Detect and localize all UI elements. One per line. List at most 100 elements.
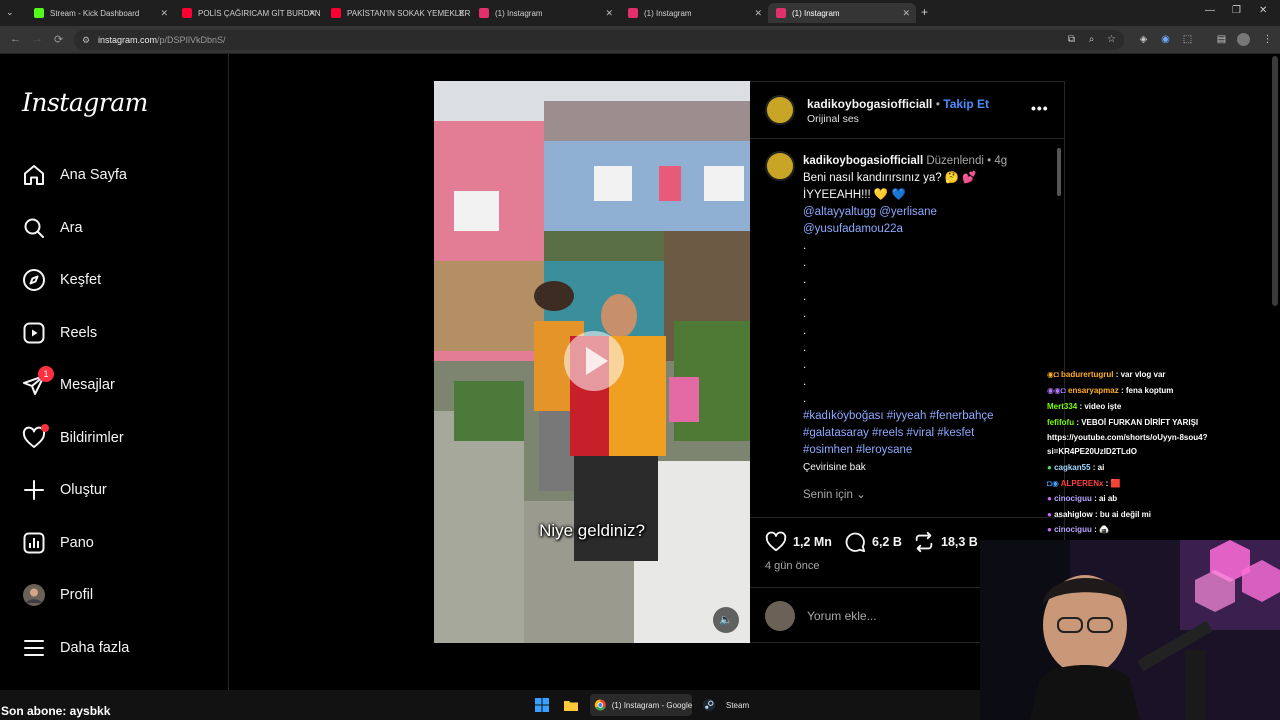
post-video[interactable]: Niye geldiniz? 🔈	[434, 81, 750, 643]
repost-button[interactable]: 18,3 B	[913, 531, 978, 553]
windows-icon	[535, 698, 549, 712]
tab-title: POLİS ÇAĞIRICAM GİT BURDAN	[198, 8, 321, 18]
chat-link[interactable]: https://youtube.com/shorts/oUyyn-8sou4?	[1047, 433, 1207, 442]
minimize-button[interactable]: —	[1205, 5, 1215, 16]
close-icon[interactable]: ✕	[308, 8, 316, 19]
close-icon[interactable]: ✕	[902, 8, 910, 19]
reload-button[interactable]: ⟳	[54, 33, 63, 46]
sidebar-item-create[interactable]: Oluştur	[22, 475, 107, 505]
start-button[interactable]	[534, 694, 550, 716]
for-you-dropdown[interactable]: Senin için ⌄	[803, 487, 866, 501]
sidebar-item-home[interactable]: Ana Sayfa	[22, 160, 127, 190]
tab-instagram-active[interactable]: (1) Instagram ✕	[768, 3, 916, 23]
author-avatar[interactable]	[765, 95, 795, 125]
back-button[interactable]: ←	[10, 33, 21, 45]
chat-message: ◘◉ ALPERENx : 🟥	[1047, 479, 1121, 488]
url-path: /p/DSPIlVkDbnS/	[157, 35, 226, 45]
tab-instagram-1[interactable]: (1) Instagram ✕	[471, 3, 619, 23]
instagram-logo[interactable]: Instagram	[22, 88, 148, 117]
more-options-icon[interactable]: •••	[1031, 100, 1049, 116]
extension-icon[interactable]: ◈	[1138, 34, 1149, 45]
more-menu-icon[interactable]: ⋮	[1262, 34, 1273, 45]
video-frame	[434, 81, 750, 643]
taskbar-chrome[interactable]: (1) Instagram - Google C	[590, 694, 692, 716]
dashboard-icon	[22, 531, 46, 555]
sidebar-item-messages[interactable]: 1 Mesajlar	[22, 366, 115, 400]
tab-search-icon[interactable]: ⌄	[6, 7, 14, 18]
sidebar-item-profile[interactable]: Profil	[22, 580, 93, 610]
avatar	[22, 583, 46, 607]
sidebar-item-search[interactable]: Ara	[22, 213, 83, 243]
avatar	[765, 601, 795, 631]
mute-button[interactable]: 🔈	[713, 607, 739, 633]
sidebar-item-reels[interactable]: Reels	[22, 318, 97, 348]
caption-age: 4g	[994, 155, 1008, 167]
sidebar-item-explore[interactable]: Keşfet	[22, 265, 101, 295]
restore-button[interactable]: ❐	[1232, 5, 1241, 16]
sidebar-item-label: Reels	[60, 325, 98, 341]
follow-button[interactable]: Takip Et	[943, 97, 989, 111]
instagram-icon	[628, 8, 638, 18]
translate-link[interactable]: Çevirisine bak	[803, 459, 1048, 476]
close-icon[interactable]: ✕	[754, 8, 762, 19]
sidebar-item-dashboard[interactable]: Pano	[22, 528, 94, 558]
taskbar-steam[interactable]: Steam	[702, 694, 749, 716]
tab-youtube-2[interactable]: PAKİSTAN'IN SOKAK YEMEKLERİ ✕	[323, 3, 471, 23]
caption-hashtags[interactable]: #galatasaray #reels #viral #kesfet	[803, 425, 1048, 442]
chat-user: ALPERENx	[1060, 479, 1104, 488]
new-tab-button[interactable]: +	[921, 5, 928, 19]
author-username[interactable]: kadikoybogasiofficiall	[807, 97, 932, 111]
comment-input[interactable]: Yorum ekle...	[807, 609, 877, 623]
caption-avatar[interactable]	[765, 151, 795, 181]
audio-label[interactable]: Orijinal ses	[807, 113, 859, 125]
profile-avatar[interactable]	[1237, 33, 1250, 46]
menu-icon	[22, 636, 46, 660]
tab-title: Stream - Kick Dashboard	[50, 8, 140, 18]
close-window-button[interactable]: ✕	[1259, 5, 1267, 16]
sidebar-item-label: Ana Sayfa	[60, 167, 127, 183]
site-info-icon[interactable]: ⚙	[82, 30, 90, 50]
chat-user: Mert334	[1047, 402, 1078, 411]
caption-hashtags[interactable]: #osimhen #leroysane	[803, 442, 1048, 459]
forward-button[interactable]: →	[32, 33, 43, 45]
chat-user: cagkan55	[1054, 463, 1091, 472]
sidebar-item-more[interactable]: Daha fazla	[22, 633, 129, 663]
sidebar-item-notifications[interactable]: Bildirimler	[22, 423, 124, 453]
like-button[interactable]: 1,2 Mn	[765, 531, 832, 553]
youtube-icon	[331, 8, 341, 18]
close-icon[interactable]: ✕	[457, 8, 465, 19]
tab-title: (1) Instagram	[495, 8, 543, 18]
close-icon[interactable]: ✕	[160, 8, 168, 19]
chat-user: cinociguu	[1054, 525, 1092, 534]
caption-line: İYYEEAHH!!! 💛 💙	[803, 189, 906, 201]
taskbar-explorer[interactable]	[563, 694, 579, 716]
tab-title: PAKİSTAN'IN SOKAK YEMEKLERİ	[347, 8, 471, 18]
tab-youtube-1[interactable]: POLİS ÇAĞIRICAM GİT BURDAN ✕	[174, 3, 322, 23]
chat-message: ● cagkan55 : ai	[1047, 463, 1105, 472]
caption-mentions[interactable]: @altayyaltugg @yerlisane	[803, 204, 1048, 221]
chat-text: fena koptum	[1125, 386, 1174, 395]
webcam-overlay	[980, 540, 1280, 720]
tab-instagram-2[interactable]: (1) Instagram ✕	[620, 3, 768, 23]
caption-mentions[interactable]: @yusufadamou22a	[803, 221, 1048, 238]
caption-body: kadikoybogasiofficiall Düzenlendi • 4g B…	[803, 153, 1048, 476]
stream-footer-bar	[0, 690, 980, 720]
address-bar[interactable]: ⚙ instagram.com/p/DSPIlVkDbnS/	[74, 30, 1124, 50]
stream-chat-overlay: ◉◘ badurertugrul : var vlog var ◉◉◘ ensa…	[1045, 360, 1280, 540]
extensions-puzzle-icon[interactable]: ⬚	[1182, 34, 1193, 45]
chat-text: bu ai değil mi	[1099, 510, 1151, 519]
bookmark-star-icon[interactable]: ☆	[1106, 34, 1117, 45]
close-icon[interactable]: ✕	[605, 8, 613, 19]
comment-button[interactable]: 6,2 B	[844, 531, 902, 553]
sidebar-item-label: Bildirimler	[60, 430, 124, 446]
caption-username[interactable]: kadikoybogasiofficiall	[803, 155, 923, 167]
extension-icon[interactable]: ◉	[1160, 34, 1171, 45]
caption-hashtags[interactable]: #kadıköyboğası #iyyeah #fenerbahçe	[803, 408, 1048, 425]
chat-text: 🍙	[1098, 525, 1109, 534]
sidepanel-icon[interactable]: ▤	[1216, 34, 1227, 45]
page-scrollbar[interactable]	[1272, 56, 1278, 306]
zoom-icon[interactable]: ⌕	[1086, 34, 1097, 45]
install-app-icon[interactable]: ⧉	[1066, 34, 1077, 45]
tab-kick[interactable]: Stream - Kick Dashboard ✕	[26, 3, 174, 23]
chat-link[interactable]: si=KR4PE20UzID2TLdO	[1047, 447, 1137, 456]
